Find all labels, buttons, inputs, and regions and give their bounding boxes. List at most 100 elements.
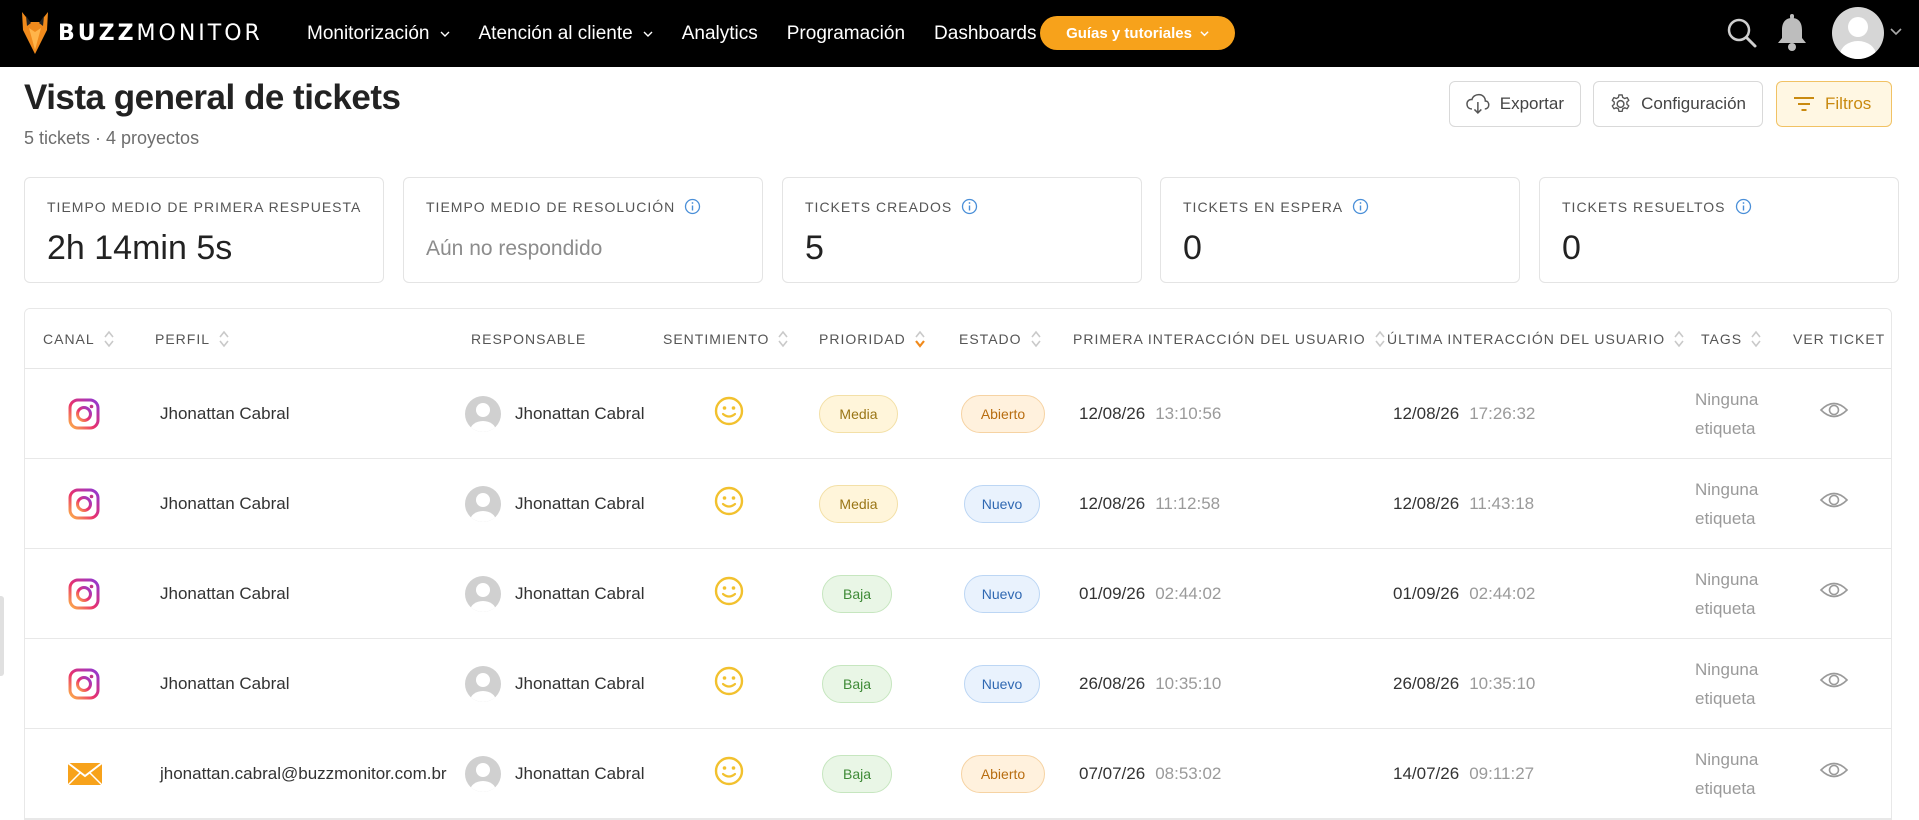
priority-badge[interactable]: Baja [822, 755, 892, 793]
nav-item-3[interactable]: Programación [787, 23, 905, 45]
column-header-label: RESPONSABLE [471, 331, 587, 347]
view-ticket-button[interactable] [1819, 459, 1849, 541]
priority-cell: Media [819, 369, 898, 459]
avatar [465, 486, 501, 522]
info-icon[interactable] [961, 198, 978, 215]
nav-item-2[interactable]: Analytics [682, 23, 758, 45]
stat-card: TICKETS EN ESPERA 0 [1160, 177, 1520, 283]
status-badge[interactable]: Abierto [961, 395, 1045, 433]
instagram-icon [68, 398, 100, 430]
priority-badge[interactable]: Media [819, 395, 898, 433]
filters-button[interactable]: Filtros [1776, 81, 1892, 127]
first-interaction-time: 10:35:10 [1155, 674, 1222, 693]
column-header[interactable]: SENTIMIENTO [663, 309, 789, 369]
last-interaction-time: 10:35:10 [1469, 674, 1536, 693]
guides-tutorials-button[interactable]: Guías y tutoriales [1040, 16, 1235, 50]
profile-cell[interactable]: jhonattan.cabral@buzzmonitor.com.br [160, 729, 447, 819]
sort-icon[interactable] [103, 329, 115, 349]
table-row[interactable]: jhonattan.cabral@buzzmonitor.com.br Jhona… [25, 729, 1891, 819]
nav-item-4[interactable]: Dashboards [934, 23, 1036, 45]
profile-cell[interactable]: Jhonattan Cabral [160, 639, 289, 729]
view-ticket-button[interactable] [1819, 549, 1849, 631]
owner-cell[interactable]: Jhonattan Cabral [465, 729, 644, 819]
column-header[interactable]: ESTADO [959, 309, 1042, 369]
table-row[interactable]: Jhonattan Cabral Jhonattan Cabral Baja Nuev… [25, 639, 1891, 729]
column-header[interactable]: PRIORIDAD [819, 309, 926, 369]
owner-name: Jhonattan Cabral [515, 494, 645, 513]
sort-icon[interactable] [1374, 329, 1386, 349]
column-header[interactable]: ÚLTIMA INTERACCIÓN DEL USUARIO [1387, 309, 1685, 369]
status-badge[interactable]: Nuevo [964, 575, 1040, 613]
priority-badge[interactable]: Baja [822, 575, 892, 613]
sort-icon[interactable] [777, 329, 789, 349]
column-header[interactable]: TAGS [1701, 309, 1762, 369]
sentiment-cell[interactable] [713, 549, 745, 633]
cloud-download-icon [1466, 93, 1490, 114]
table-row[interactable]: Jhonattan Cabral Jhonattan Cabral Baja Nuev… [25, 549, 1891, 639]
neutral-face-icon [714, 486, 744, 516]
column-header[interactable]: PRIMERA INTERACCIÓN DEL USUARIO [1073, 309, 1386, 369]
owner-cell[interactable]: Jhonattan Cabral [465, 549, 644, 639]
status-cell: Nuevo [964, 549, 1040, 639]
profile-cell[interactable]: Jhonattan Cabral [160, 459, 289, 549]
sort-icon[interactable] [1673, 329, 1685, 349]
stat-value: 2h 14min 5s [47, 229, 233, 267]
column-header[interactable]: PERFIL [155, 309, 230, 369]
table-row[interactable]: Jhonattan Cabral Jhonattan Cabral Media Abi… [25, 369, 1891, 459]
user-avatar[interactable] [1832, 7, 1884, 59]
stat-label: TICKETS EN ESPERA [1183, 198, 1344, 215]
priority-badge[interactable]: Media [819, 485, 898, 523]
nav-item-label: Monitorización [307, 22, 430, 44]
table-row[interactable]: Jhonattan Cabral Jhonattan Cabral Media Nue… [25, 459, 1891, 549]
channel-cell [67, 459, 101, 549]
last-interaction-date: 12/08/26 [1393, 404, 1460, 423]
first-interaction-date: 01/09/26 [1079, 584, 1146, 603]
priority-badge[interactable]: Baja [822, 665, 892, 703]
owner-cell[interactable]: Jhonattan Cabral [465, 459, 644, 549]
sort-icon[interactable] [914, 329, 926, 349]
main-menu: Monitorización Atención al cliente Analyti… [307, 0, 1065, 67]
owner-cell[interactable]: Jhonattan Cabral [465, 639, 644, 729]
column-header: RESPONSABLE [471, 309, 586, 369]
configuration-button[interactable]: Configuración [1593, 81, 1763, 127]
first-interaction-cell: 12/08/26 13:10:56 [1079, 369, 1221, 459]
sort-icon[interactable] [1750, 329, 1762, 349]
profile-cell[interactable]: Jhonattan Cabral [160, 549, 289, 639]
profile-cell[interactable]: Jhonattan Cabral [160, 369, 289, 459]
side-drawer-handle[interactable] [0, 596, 4, 676]
status-badge[interactable]: Nuevo [964, 665, 1040, 703]
export-button[interactable]: Exportar [1449, 81, 1581, 127]
nav-item-1[interactable]: Atención al cliente [479, 23, 653, 45]
search-icon[interactable] [1724, 15, 1760, 51]
channel-cell [67, 369, 101, 459]
first-interaction-date: 12/08/26 [1079, 494, 1146, 513]
status-badge[interactable]: Abierto [961, 755, 1045, 793]
profile-name: jhonattan.cabral@buzzmonitor.com.br [160, 764, 447, 783]
buzzmonitor-logo[interactable]: BUZZMONITOR [20, 8, 263, 58]
sentiment-cell[interactable] [713, 729, 745, 813]
nav-item-0[interactable]: Monitorización [307, 23, 450, 45]
tags-cell: Ninguna etiqueta [1695, 639, 1775, 729]
tags-text: Ninguna etiqueta [1695, 660, 1759, 708]
info-icon[interactable] [1352, 198, 1369, 215]
avatar-chevron-down-icon[interactable] [1889, 24, 1903, 38]
view-ticket-button[interactable] [1819, 639, 1849, 721]
column-header-label: TAGS [1701, 331, 1743, 347]
view-ticket-button[interactable] [1819, 729, 1849, 811]
owner-cell[interactable]: Jhonattan Cabral [465, 369, 644, 459]
view-ticket-button[interactable] [1819, 369, 1849, 451]
status-badge[interactable]: Nuevo [964, 485, 1040, 523]
sort-icon[interactable] [1030, 329, 1042, 349]
bell-icon[interactable] [1774, 13, 1810, 53]
sentiment-cell[interactable] [713, 369, 745, 453]
export-label: Exportar [1499, 94, 1564, 113]
sentiment-cell[interactable] [713, 639, 745, 723]
sentiment-cell[interactable] [713, 459, 745, 543]
chevron-down-icon [440, 31, 449, 37]
info-icon[interactable] [1735, 198, 1752, 215]
column-header[interactable]: CANAL [43, 309, 115, 369]
sort-icon[interactable] [218, 329, 230, 349]
info-icon[interactable] [684, 198, 701, 215]
channel-cell [67, 729, 103, 819]
nav-item-label: Dashboards [934, 22, 1037, 44]
